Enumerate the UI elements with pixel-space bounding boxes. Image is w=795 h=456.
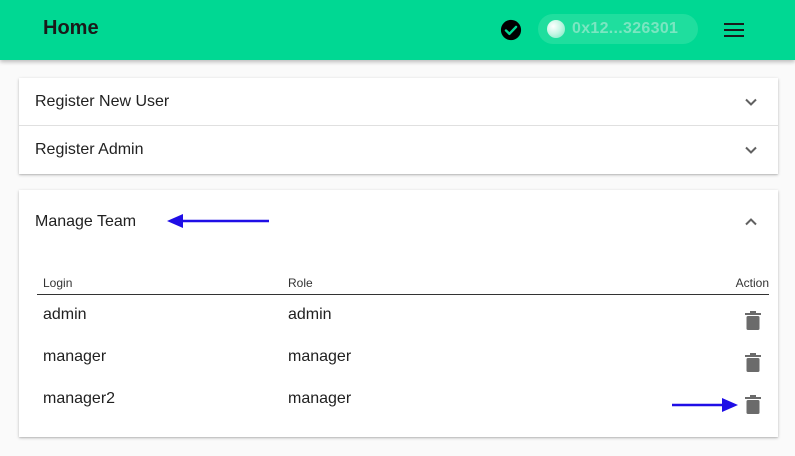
column-header-action: Action [735,276,769,290]
column-header-login: Login [43,276,73,290]
manage-team-panel: Manage Team Login Role Action admin admi… [19,190,778,437]
wallet-avatar-icon [547,20,565,38]
wallet-address: 0x12...326301 [572,20,679,37]
wallet-address-chip[interactable]: 0x12...326301 [538,14,698,44]
register-new-user-label: Register New User [35,93,170,110]
hamburger-menu-icon[interactable] [723,21,745,39]
column-header-role: Role [288,276,313,290]
table-row: manager2 manager [37,390,769,432]
check-circle-icon[interactable] [500,19,522,41]
team-table-header: Login Role Action [37,276,769,295]
login-cell: admin [43,306,87,323]
login-cell: manager [43,348,107,365]
trash-icon[interactable] [745,353,761,372]
manage-team-header[interactable]: Manage Team [19,198,778,246]
app-bar: Home 0x12...326301 [0,0,795,60]
table-row: admin admin [37,306,769,348]
trash-icon[interactable] [745,311,761,330]
register-admin-panel[interactable]: Register Admin [19,126,778,174]
chevron-up-icon[interactable] [744,215,758,229]
trash-icon[interactable] [745,395,761,414]
register-admin-label: Register Admin [35,141,144,158]
role-cell: admin [288,306,332,323]
page-title: Home [43,17,99,39]
annotation-arrow-left [167,214,269,228]
manage-team-label: Manage Team [35,213,137,230]
chevron-down-icon[interactable] [744,143,758,157]
annotation-arrow-right [672,398,738,412]
login-cell: manager2 [43,390,116,407]
register-new-user-panel[interactable]: Register New User [19,78,778,126]
role-cell: manager [288,348,352,365]
role-cell: manager [288,390,352,407]
register-panels-group: Register New User Register Admin [19,78,778,174]
chevron-down-icon[interactable] [744,95,758,109]
table-row: manager manager [37,348,769,390]
